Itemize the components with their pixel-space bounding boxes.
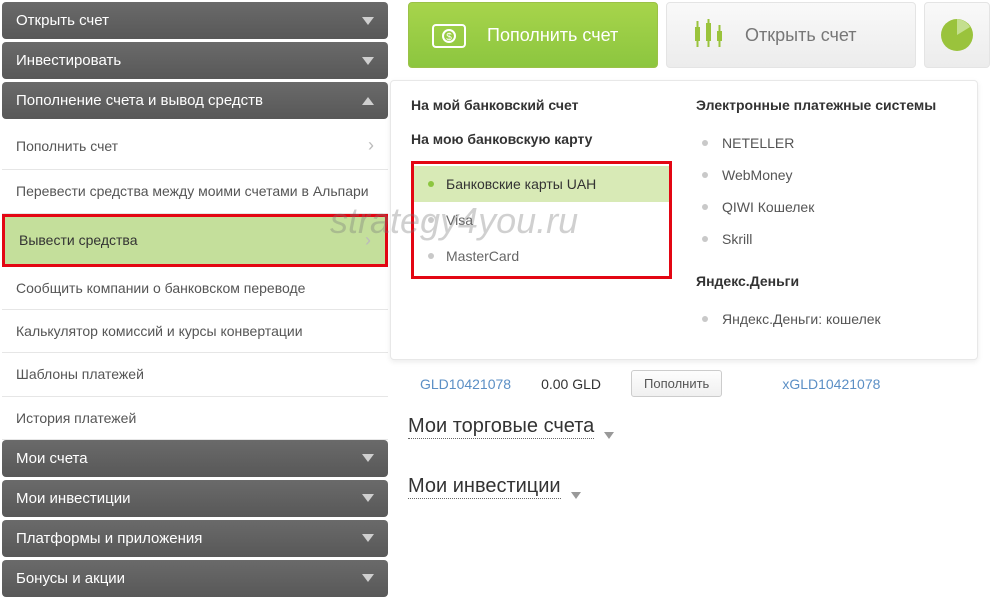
chevron-down-icon: [362, 57, 374, 65]
eps-yandex[interactable]: Яндекс.Деньги: кошелек: [696, 303, 957, 335]
submenu-report-bank-label: Сообщить компании о банковском переводе: [16, 279, 305, 297]
bullet-icon: [702, 236, 708, 242]
svg-text:$: $: [446, 32, 452, 43]
submenu-withdraw-label: Вывести средства: [19, 231, 138, 249]
card-mastercard[interactable]: MasterCard: [414, 238, 669, 274]
bullet-icon: [428, 253, 434, 259]
card-visa[interactable]: Visa: [414, 202, 669, 238]
sidebar-my-investments-label: Мои инвестиции: [16, 490, 130, 507]
eps-webmoney-label: WebMoney: [722, 167, 793, 183]
bullet-icon: [702, 204, 708, 210]
chevron-down-icon: [362, 454, 374, 462]
account-balance: 0.00 GLD: [541, 376, 601, 392]
eps-skrill-label: Skrill: [722, 231, 752, 247]
submenu-deposit[interactable]: Пополнить счет ›: [2, 122, 388, 170]
small-deposit-button[interactable]: Пополнить: [631, 370, 722, 397]
withdraw-panel: На мой банковский счет На мою банковскую…: [390, 80, 978, 360]
section-trading-accounts[interactable]: Мои торговые счета: [408, 415, 978, 455]
sidebar-deposit-withdraw[interactable]: Пополнение счета и вывод средств: [2, 82, 388, 119]
pie-chart-icon: [935, 16, 979, 54]
chevron-down-icon: [362, 574, 374, 582]
candlestick-icon: [687, 16, 731, 54]
sidebar-my-accounts-label: Мои счета: [16, 450, 88, 467]
sidebar-invest[interactable]: Инвестировать: [2, 42, 388, 79]
eps-webmoney[interactable]: WebMoney: [696, 159, 957, 191]
chevron-right-icon: ›: [368, 134, 374, 157]
open-account-button[interactable]: Открыть счет: [666, 2, 916, 68]
eps-yandex-label: Яндекс.Деньги: кошелек: [722, 311, 881, 327]
sidebar-open-account[interactable]: Открыть счет: [2, 2, 388, 39]
panel-yandex-heading: Яндекс.Деньги: [696, 273, 957, 289]
panel-col-eps: Электронные платежные системы NETELLER W…: [696, 97, 957, 335]
sidebar-deposit-withdraw-label: Пополнение счета и вывод средств: [16, 92, 263, 109]
bullet-icon: [428, 181, 434, 187]
sidebar-platforms-label: Платформы и приложения: [16, 530, 202, 547]
sidebar-submenu: Пополнить счет › Перевести средства межд…: [2, 122, 388, 440]
card-uah-label: Банковские карты UAH: [446, 176, 596, 192]
chevron-right-icon: ›: [365, 229, 371, 252]
bullet-icon: [702, 316, 708, 322]
money-icon: $: [429, 16, 473, 54]
section-trading-accounts-label: Мои торговые счета: [408, 415, 594, 439]
submenu-withdraw[interactable]: Вывести средства ›: [2, 214, 388, 267]
submenu-history[interactable]: История платежей: [2, 397, 388, 440]
submenu-templates-label: Шаблоны платежей: [16, 365, 144, 383]
panel-bank-account-heading: На мой банковский счет: [411, 97, 672, 113]
eps-skrill[interactable]: Skrill: [696, 223, 957, 255]
bullet-icon: [702, 172, 708, 178]
below-content: GLD10421078 0.00 GLD Пополнить xGLD10421…: [408, 370, 978, 535]
triangle-down-icon: [571, 492, 581, 499]
section-my-investments-label: Мои инвестиции: [408, 475, 561, 499]
section-my-investments[interactable]: Мои инвестиции: [408, 475, 978, 515]
panel-eps-heading: Электронные платежные системы: [696, 97, 957, 113]
bullet-icon: [702, 140, 708, 146]
chevron-down-icon: [362, 534, 374, 542]
sidebar-platforms[interactable]: Платформы и приложения: [2, 520, 388, 557]
submenu-deposit-label: Пополнить счет: [16, 137, 118, 155]
top-buttons: $ Пополнить счет Открыть счет: [408, 2, 990, 68]
eps-neteller-label: NETELLER: [722, 135, 794, 151]
submenu-calc[interactable]: Калькулятор комиссий и курсы конвертации: [2, 310, 388, 353]
chevron-down-icon: [362, 17, 374, 25]
submenu-calc-label: Калькулятор комиссий и курсы конвертации: [16, 322, 303, 340]
deposit-button-label: Пополнить счет: [487, 25, 618, 46]
eps-neteller[interactable]: NETELLER: [696, 127, 957, 159]
chevron-up-icon: [362, 97, 374, 105]
submenu-report-bank[interactable]: Сообщить компании о банковском переводе: [2, 267, 388, 310]
account-link-1[interactable]: GLD10421078: [420, 376, 511, 392]
submenu-history-label: История платежей: [16, 409, 136, 427]
submenu-transfer-label: Перевести средства между моими счетами в…: [16, 182, 369, 200]
card-mc-label: MasterCard: [446, 248, 519, 264]
account-link-2[interactable]: xGLD10421078: [782, 376, 880, 392]
eps-qiwi[interactable]: QIWI Кошелек: [696, 191, 957, 223]
submenu-templates[interactable]: Шаблоны платежей: [2, 353, 388, 396]
bullet-icon: [428, 217, 434, 223]
sidebar-my-accounts[interactable]: Мои счета: [2, 440, 388, 477]
triangle-down-icon: [604, 432, 614, 439]
deposit-button[interactable]: $ Пополнить счет: [408, 2, 658, 68]
sidebar-invest-label: Инвестировать: [16, 52, 121, 69]
card-visa-label: Visa: [446, 212, 473, 228]
sidebar-bonuses-label: Бонусы и акции: [16, 570, 125, 587]
sidebar-bonuses[interactable]: Бонусы и акции: [2, 560, 388, 597]
panel-col-bank: На мой банковский счет На мою банковскую…: [411, 97, 672, 335]
chevron-down-icon: [362, 494, 374, 502]
sidebar-open-account-label: Открыть счет: [16, 12, 109, 29]
main-area: $ Пополнить счет Открыть счет На мой бан…: [390, 0, 990, 516]
panel-bank-card-heading: На мою банковскую карту: [411, 131, 672, 147]
sidebar: Открыть счет Инвестировать Пополнение сч…: [0, 0, 390, 516]
card-uah[interactable]: Банковские карты UAH: [414, 166, 669, 202]
open-account-button-label: Открыть счет: [745, 25, 857, 46]
sidebar-my-investments[interactable]: Мои инвестиции: [2, 480, 388, 517]
submenu-transfer[interactable]: Перевести средства между моими счетами в…: [2, 170, 388, 213]
account-row: GLD10421078 0.00 GLD Пополнить xGLD10421…: [408, 370, 978, 397]
eps-qiwi-label: QIWI Кошелек: [722, 199, 814, 215]
card-group: Банковские карты UAH Visa MasterCard: [411, 161, 672, 279]
pie-button[interactable]: [924, 2, 990, 68]
